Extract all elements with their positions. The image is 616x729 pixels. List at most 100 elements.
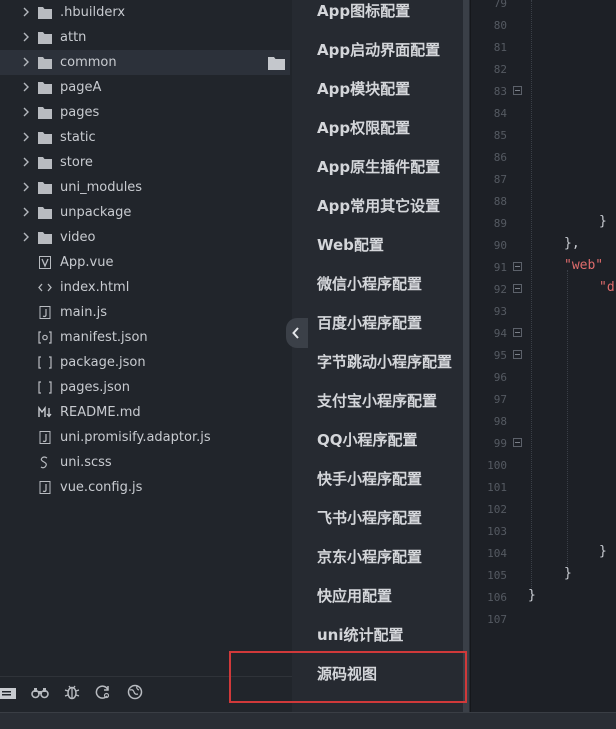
menu-item-jd-mp[interactable]: 京东小程序配置 [317, 547, 422, 567]
fold-toggle-icon[interactable] [513, 262, 522, 271]
chevron-right-icon [23, 107, 29, 117]
line-number: 88 [493, 195, 507, 208]
project-explorer: .hbuilderx attn common pageA pages stati… [0, 0, 292, 712]
json-file-icon [38, 356, 52, 369]
line-number: 92 [493, 283, 507, 296]
tree-item-store[interactable]: store [0, 150, 290, 175]
js-file-icon [39, 481, 51, 494]
line-number: 90 [493, 239, 507, 252]
tree-item-readme-md[interactable]: README.md [0, 400, 290, 425]
menu-item-toutiao-mp[interactable]: 字节跳动小程序配置 [317, 352, 452, 372]
binoculars-icon[interactable] [31, 683, 49, 701]
files-icon[interactable] [0, 683, 20, 701]
tree-item-pages[interactable]: pages [0, 100, 290, 125]
line-number: 79 [493, 0, 507, 10]
refresh-search-icon[interactable] [94, 683, 112, 701]
menu-item-app-modules[interactable]: App模块配置 [317, 79, 410, 99]
tree-item-common[interactable]: common [0, 50, 290, 75]
fold-toggle-icon[interactable] [513, 328, 522, 337]
line-number: 80 [493, 19, 507, 32]
tree-item-uni-scss[interactable]: uni.scss [0, 450, 290, 475]
line-number: 81 [493, 41, 507, 54]
folder-icon [38, 132, 52, 144]
tree-item-label: store [60, 155, 93, 170]
menu-item-uni-stat[interactable]: uni统计配置 [317, 625, 404, 645]
code-line-90: }, [564, 236, 580, 251]
menu-item-app-icon[interactable]: App图标配置 [317, 1, 410, 21]
line-number: 83 [493, 85, 507, 98]
scss-file-icon [40, 456, 48, 469]
tree-item-vue-config-js[interactable]: vue.config.js [0, 475, 290, 500]
menu-item-alipay-mp[interactable]: 支付宝小程序配置 [317, 391, 437, 411]
folder-icon [38, 57, 52, 69]
code-line-104: } [599, 544, 607, 559]
menu-item-app-other-settings[interactable]: App常用其它设置 [317, 196, 440, 216]
tree-item-pagea[interactable]: pageA [0, 75, 290, 100]
tree-item-label: README.md [60, 405, 141, 420]
tree-item-hbuilderx[interactable]: .hbuilderx [0, 0, 290, 25]
globe-icon[interactable] [127, 683, 145, 701]
tree-item-app-vue[interactable]: App.vue [0, 250, 290, 275]
tree-item-label: .hbuilderx [60, 5, 126, 20]
indent-guide [567, 270, 568, 570]
line-number: 82 [493, 63, 507, 76]
markdown-file-icon [38, 406, 52, 418]
tree-item-attn[interactable]: attn [0, 25, 290, 50]
folder-icon [38, 32, 52, 44]
line-number: 106 [487, 591, 507, 604]
line-number: 102 [487, 503, 507, 516]
menu-item-baidu-mp[interactable]: 百度小程序配置 [317, 313, 422, 333]
menu-item-lark-mp[interactable]: 飞书小程序配置 [317, 508, 422, 528]
fold-toggle-icon[interactable] [513, 86, 522, 95]
chevron-right-icon [23, 207, 29, 217]
tree-item-label: video [60, 230, 96, 245]
tree-item-manifest-json[interactable]: manifest.json [0, 325, 290, 350]
tree-item-package-json[interactable]: package.json [0, 350, 290, 375]
manifest-config-menu: App图标配置 App启动界面配置 App模块配置 App权限配置 App原生插… [292, 0, 470, 712]
tree-item-label: pages.json [60, 380, 130, 395]
chevron-right-icon [23, 7, 29, 17]
menu-item-qq-mp[interactable]: QQ小程序配置 [317, 430, 418, 450]
indent-guide [531, 0, 532, 600]
menu-item-kuaishou-mp[interactable]: 快手小程序配置 [317, 469, 422, 489]
status-bar [0, 712, 616, 729]
tree-item-video[interactable]: video [0, 225, 290, 250]
source-view-highlight [229, 651, 467, 703]
line-number: 87 [493, 173, 507, 186]
tree-item-unpackage[interactable]: unpackage [0, 200, 290, 225]
menu-item-app-native-plugins[interactable]: App原生插件配置 [317, 157, 440, 177]
tree-item-label: common [60, 55, 117, 70]
bug-icon[interactable] [63, 683, 81, 701]
code-editor[interactable]: 79 80 81 82 83 84 85 86 87 88 89 90 91 9… [470, 0, 616, 712]
line-number: 89 [493, 217, 507, 230]
tree-item-label: uni.promisify.adaptor.js [60, 430, 211, 445]
tree-item-label: uni.scss [60, 455, 112, 470]
line-number: 107 [487, 613, 507, 626]
tree-item-static[interactable]: static [0, 125, 290, 150]
tree-item-main-js[interactable]: main.js [0, 300, 290, 325]
menu-item-app-splash[interactable]: App启动界面配置 [317, 40, 440, 60]
line-number: 86 [493, 151, 507, 164]
menu-item-app-permissions[interactable]: App权限配置 [317, 118, 410, 138]
tree-item-uni-promisify[interactable]: uni.promisify.adaptor.js [0, 425, 290, 450]
fold-toggle-icon[interactable] [513, 438, 522, 447]
chevron-right-icon [23, 157, 29, 167]
tree-item-index-html[interactable]: index.html [0, 275, 290, 300]
line-number: 101 [487, 481, 507, 494]
line-number: 85 [493, 129, 507, 142]
folder-icon [38, 107, 52, 119]
line-number: 84 [493, 107, 507, 120]
menu-item-web[interactable]: Web配置 [317, 235, 384, 255]
open-folder-icon[interactable] [268, 56, 285, 70]
menu-item-quickapp[interactable]: 快应用配置 [317, 586, 392, 606]
tree-item-pages-json[interactable]: pages.json [0, 375, 290, 400]
tree-item-label: manifest.json [60, 330, 148, 345]
menu-scrollbar[interactable] [463, 0, 469, 712]
fold-toggle-icon[interactable] [513, 350, 522, 359]
tree-item-label: package.json [60, 355, 146, 370]
tree-item-label: index.html [60, 280, 130, 295]
menu-item-weixin-mp[interactable]: 微信小程序配置 [317, 274, 422, 294]
fold-toggle-icon[interactable] [513, 284, 522, 293]
collapse-menu-button[interactable] [286, 318, 308, 348]
tree-item-uni-modules[interactable]: uni_modules [0, 175, 290, 200]
